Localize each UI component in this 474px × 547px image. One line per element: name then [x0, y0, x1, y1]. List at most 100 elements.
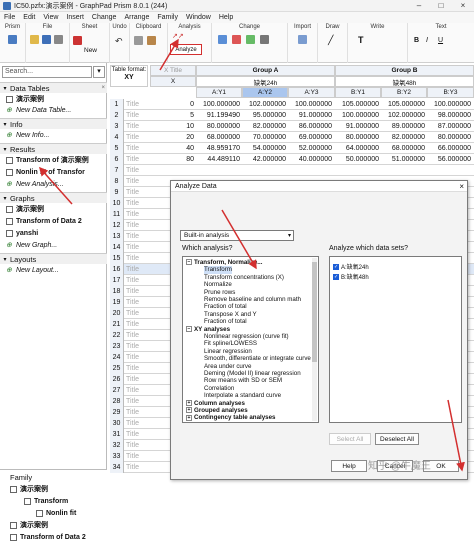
x-cell[interactable]: 0 — [154, 99, 194, 110]
italic-icon[interactable]: I — [426, 37, 428, 44]
sidebar-item-data-table[interactable]: 演示案例 — [6, 94, 44, 104]
row-number[interactable]: 8 — [110, 176, 124, 187]
row-number[interactable]: 5 — [110, 143, 124, 154]
change-color-icon[interactable] — [232, 35, 241, 44]
row-number[interactable]: 11 — [110, 209, 124, 220]
underline-icon[interactable]: U — [438, 37, 443, 44]
row-number[interactable]: 15 — [110, 253, 124, 264]
row-title[interactable]: Title — [126, 264, 139, 275]
row-number[interactable]: 4 — [110, 132, 124, 143]
row-title[interactable]: Title — [126, 110, 139, 121]
table-row[interactable]: 5 Title 40 48.959170 54.000000 52.000000 64.00… — [110, 143, 474, 154]
row-title[interactable]: Title — [126, 341, 139, 352]
row-title[interactable]: Title — [126, 242, 139, 253]
text-tool-icon[interactable]: T — [358, 35, 364, 45]
group-b-name[interactable]: 缺氧48h — [335, 76, 474, 87]
row-title[interactable]: Title — [126, 275, 139, 286]
x-cell[interactable]: 10 — [154, 121, 194, 132]
family-item[interactable]: Transform — [24, 496, 68, 506]
data-cell[interactable]: 82.000000 — [385, 132, 425, 143]
analysis-source-select[interactable]: Built-in analysis ▾ — [180, 230, 294, 241]
menu-edit[interactable]: Edit — [19, 14, 39, 21]
data-cell[interactable]: 105.000000 — [385, 99, 425, 110]
col-header-a-y1[interactable]: A:Y1 — [196, 87, 242, 98]
help-button[interactable]: Help — [331, 460, 367, 472]
sidebar-item-new-info[interactable]: ⊕ New Info... — [6, 130, 49, 140]
row-title[interactable]: Title — [126, 187, 139, 198]
data-cell[interactable]: 100.000000 — [200, 99, 240, 110]
row-title[interactable]: Title — [126, 440, 139, 451]
sidebar-item-new-graph[interactable]: ⊕ New Graph... — [6, 240, 57, 250]
deselect-all-button[interactable]: Deselect All — [375, 433, 419, 445]
delete-sheet-icon[interactable] — [73, 36, 82, 45]
tree-category[interactable]: + Contingency table analyses — [186, 414, 276, 422]
x-cell[interactable]: 20 — [154, 132, 194, 143]
sidebar-item-graph-3[interactable]: yanshi — [6, 228, 38, 238]
data-cell[interactable]: 68.000000 — [385, 143, 425, 154]
table-row[interactable]: 6 Title 80 44.489110 42.000000 40.000000 50.00… — [110, 154, 474, 165]
data-cell[interactable]: 100.000000 — [339, 110, 379, 121]
import-icon[interactable] — [298, 35, 307, 44]
row-number[interactable]: 16 — [110, 264, 124, 275]
data-cell[interactable]: 64.000000 — [339, 143, 379, 154]
maximize-icon[interactable]: □ — [430, 1, 452, 10]
expand-icon[interactable]: + — [186, 399, 192, 406]
family-item[interactable]: Nonlin fit — [36, 508, 76, 518]
row-title[interactable]: Title — [126, 165, 139, 176]
data-cell[interactable]: 91.000000 — [339, 121, 379, 132]
data-cell[interactable]: 68.000000 — [200, 132, 240, 143]
menu-arrange[interactable]: Arrange — [120, 14, 153, 21]
row-number[interactable]: 29 — [110, 407, 124, 418]
row-number[interactable]: 9 — [110, 187, 124, 198]
search-dropdown-icon[interactable]: ▾ — [93, 66, 105, 78]
table-row[interactable]: 4 Title 20 68.000000 70.000000 69.000000 80.00… — [110, 132, 474, 143]
row-title[interactable]: Title — [126, 121, 139, 132]
row-title[interactable]: Title — [126, 99, 139, 110]
row-title[interactable]: Title — [126, 253, 139, 264]
row-title[interactable]: Title — [126, 319, 139, 330]
undo-icon[interactable]: ↶ — [115, 36, 123, 47]
prism-logo-icon[interactable] — [8, 35, 17, 44]
change-scheme-icon[interactable] — [246, 35, 255, 44]
row-number[interactable]: 32 — [110, 440, 124, 451]
row-number[interactable]: 6 — [110, 154, 124, 165]
row-title[interactable]: Title — [126, 374, 139, 385]
x-column-header[interactable]: X — [150, 76, 196, 87]
col-header-b-y3[interactable]: B:Y3 — [427, 87, 474, 98]
row-number[interactable]: 18 — [110, 286, 124, 297]
data-cell[interactable]: 54.000000 — [246, 143, 286, 154]
row-title[interactable]: Title — [126, 330, 139, 341]
data-cell[interactable]: 56.000000 — [431, 154, 471, 165]
row-number[interactable]: 17 — [110, 275, 124, 286]
row-number[interactable]: 10 — [110, 198, 124, 209]
menu-help[interactable]: Help — [215, 14, 237, 21]
change-graph-icon[interactable] — [218, 35, 227, 44]
data-cell[interactable]: 66.000000 — [431, 143, 471, 154]
axis-icon[interactable] — [260, 35, 269, 44]
family-item[interactable]: Transform of Data 2 — [10, 532, 86, 542]
row-title[interactable]: Title — [126, 462, 139, 473]
copy-icon[interactable] — [134, 36, 143, 45]
select-all-button[interactable]: Select All — [329, 433, 371, 445]
row-title[interactable]: Title — [126, 143, 139, 154]
group-a-name[interactable]: 缺氧24h — [196, 76, 335, 87]
row-title[interactable]: Title — [126, 231, 139, 242]
row-number[interactable]: 12 — [110, 220, 124, 231]
row-title[interactable]: Title — [126, 451, 139, 462]
collapse-icon[interactable]: − — [186, 325, 192, 332]
row-title[interactable]: Title — [126, 385, 139, 396]
data-cell[interactable]: 102.000000 — [246, 99, 286, 110]
collapse-icon[interactable]: ▾ — [0, 121, 10, 128]
open-folder-icon[interactable] — [30, 35, 39, 44]
row-title[interactable]: Title — [126, 176, 139, 187]
sidebar-item-nonlin-fit[interactable]: Nonlin fit of Transfor — [6, 167, 85, 177]
data-cell[interactable]: 102.000000 — [385, 110, 425, 121]
row-title[interactable]: Title — [126, 308, 139, 319]
data-cell[interactable]: 100.000000 — [431, 99, 471, 110]
data-cell[interactable]: 86.000000 — [292, 121, 332, 132]
close-icon[interactable]: × — [459, 181, 464, 192]
row-number[interactable]: 33 — [110, 451, 124, 462]
table-row[interactable]: 1 Title 0 100.000000 102.000000 100.000000 105… — [110, 99, 474, 110]
row-number[interactable]: 7 — [110, 165, 124, 176]
sidebar-item-graph-1[interactable]: 演示案例 — [6, 204, 44, 214]
